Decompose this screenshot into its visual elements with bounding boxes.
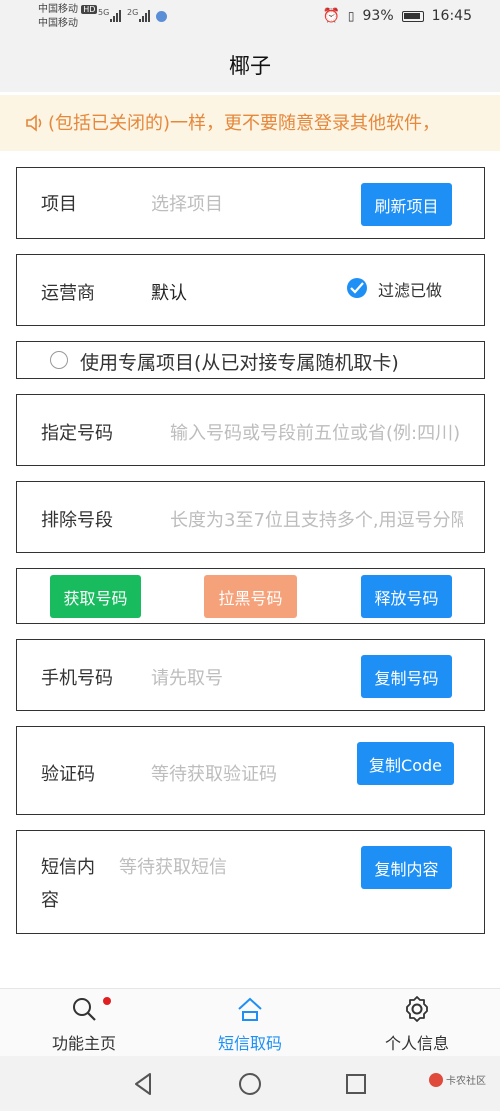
notification-dot [103, 997, 111, 1005]
battery-percent: 93% [362, 8, 394, 24]
carrier-info: 中国移动 HD 中国移动 [38, 3, 98, 31]
project-select[interactable]: 选择项目 [151, 190, 223, 216]
carrier-card: 运营商 默认 过滤已做 [16, 254, 485, 326]
battery-icon [401, 10, 424, 22]
phone-value: 请先取号 [151, 668, 223, 689]
exclusive-radio[interactable] [50, 351, 68, 369]
project-card: 项目 选择项目 刷新项目 [16, 167, 485, 239]
system-nav-bar: 卡农社区 [0, 1056, 500, 1111]
exclusive-card: 使用专属项目(从已对接专属随机取卡) [16, 341, 485, 379]
search-icon [73, 998, 96, 1021]
watermark-text: 卡农社区 [446, 1076, 486, 1087]
sms-label-line1: 短信内 [41, 857, 95, 878]
notice-text: (包括已关闭的)一样，更不要随意登录其他软件， [48, 113, 441, 134]
blacklist-number-button[interactable]: 拉黑号码 [204, 575, 297, 618]
gear-icon [406, 996, 428, 1022]
project-label: 项目 [41, 194, 77, 215]
watermark-logo [429, 1072, 443, 1087]
app-header: 椰子 [0, 34, 500, 92]
designated-input[interactable]: 输入号码或号段前五位或省(例:四川) [170, 419, 463, 445]
copy-number-button[interactable]: 复制号码 [361, 655, 452, 698]
carrier-1: 中国移动 [38, 4, 78, 15]
copy-code-button[interactable]: 复制Code [357, 742, 454, 785]
alarm-icon: ⏰ [322, 8, 340, 24]
code-value: 等待获取验证码 [151, 764, 277, 785]
actions-card: 获取号码 拉黑号码 释放号码 [16, 568, 485, 624]
sms-content: 等待获取短信 [119, 857, 227, 878]
page-title: 椰子 [229, 54, 271, 78]
designated-card: 指定号码 输入号码或号段前五位或省(例:四川) [16, 394, 485, 466]
phone-label: 手机号码 [41, 668, 113, 689]
bottom-nav: 功能主页 短信取码 个人信息 [0, 988, 500, 1056]
home-circle-icon[interactable] [236, 1070, 264, 1098]
carrier-2: 中国移动 [38, 18, 78, 29]
watermark: 卡农社区 [429, 1072, 486, 1087]
hd-badge: HD [81, 5, 98, 14]
exclude-label: 排除号段 [41, 510, 113, 531]
exclude-card: 排除号段 长度为3至7位且支持多个,用逗号分隔 [16, 481, 485, 553]
nav-label-profile: 个人信息 [384, 1034, 449, 1053]
status-right: ⏰ ▯ 93% 16:45 [322, 8, 472, 24]
signal-2g: 2G [127, 8, 139, 17]
copy-content-button[interactable]: 复制内容 [361, 846, 452, 889]
code-card: 验证码 等待获取验证码 复制Code [16, 726, 485, 815]
filter-label[interactable]: 过滤已做 [378, 277, 442, 301]
refresh-project-button[interactable]: 刷新项目 [361, 183, 452, 226]
app-notify-icon [156, 11, 167, 22]
sms-card: 短信内 容 等待获取短信 复制内容 [16, 830, 485, 934]
sms-label-line2: 容 [41, 890, 59, 911]
nav-item-profile[interactable]: 个人信息 [357, 989, 477, 1057]
signal-bars-icon [139, 10, 150, 22]
nav-item-sms[interactable]: 短信取码 [190, 989, 310, 1057]
nav-item-home[interactable]: 功能主页 [24, 989, 144, 1057]
filter-checkbox[interactable] [347, 278, 367, 298]
code-label: 验证码 [41, 764, 95, 785]
speaker-icon [26, 114, 42, 132]
back-icon[interactable] [130, 1070, 158, 1098]
get-number-button[interactable]: 获取号码 [50, 575, 141, 618]
recents-icon[interactable] [342, 1070, 370, 1098]
notice-bar: (包括已关闭的)一样，更不要随意登录其他软件， [0, 95, 500, 151]
exclude-input[interactable]: 长度为3至7位且支持多个,用逗号分隔 [170, 506, 463, 532]
nav-label-home: 功能主页 [51, 1034, 116, 1053]
designated-label: 指定号码 [41, 423, 113, 444]
carrier-value[interactable]: 默认 [151, 279, 187, 305]
clock: 16:45 [431, 8, 472, 24]
signal-bars-icon [110, 10, 121, 22]
home-icon [238, 997, 262, 1021]
exclusive-label[interactable]: 使用专属项目(从已对接专属随机取卡) [80, 348, 399, 375]
phone-card: 手机号码 请先取号 复制号码 [16, 639, 485, 711]
nav-label-sms: 短信取码 [217, 1034, 282, 1053]
check-icon [350, 282, 364, 294]
signal-5g: 5G [98, 8, 110, 17]
status-bar: 中国移动 HD 中国移动 5G 2G ⏰ ▯ 93% 16:45 [0, 0, 500, 34]
vibrate-icon: ▯ [347, 9, 355, 23]
carrier-label: 运营商 [41, 283, 95, 304]
release-number-button[interactable]: 释放号码 [361, 575, 452, 618]
